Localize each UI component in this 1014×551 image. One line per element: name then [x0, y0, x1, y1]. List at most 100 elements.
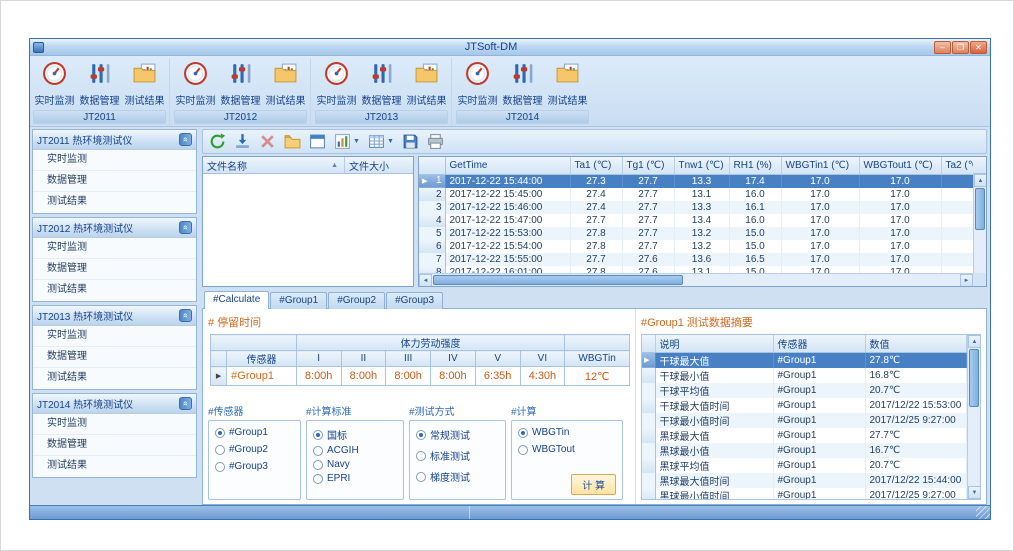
- collapse-chevron-icon[interactable]: «: [179, 221, 192, 234]
- summary-row[interactable]: 干球最小值时间#Group12017/12/25 9:27:00: [642, 413, 967, 428]
- nav-header-jt2011[interactable]: JT2011 热环境测试仪 «: [33, 130, 196, 150]
- compute-button[interactable]: 计 算: [571, 474, 616, 495]
- sidebar-item-jt2011-datamgmt[interactable]: 数据管理: [33, 171, 196, 192]
- delete-button[interactable]: [257, 132, 278, 151]
- scroll-right-icon[interactable]: ►: [960, 274, 973, 287]
- summary-vertical-scrollbar[interactable]: ▲ ▼: [967, 335, 980, 499]
- chart-view-button[interactable]: ▼: [332, 132, 362, 151]
- sidebar-item-jt2014-realtime[interactable]: 实时监测: [33, 414, 196, 435]
- scroll-left-icon[interactable]: ◄: [419, 274, 432, 287]
- vertical-scroll-thumb[interactable]: [969, 349, 979, 407]
- grid-row[interactable]: 5 2017-12-22 15:53:0027.827.713.215.017.…: [419, 227, 973, 240]
- column-header[interactable]: Ta1 (℃): [570, 157, 622, 174]
- radio-standard-navy[interactable]: Navy: [313, 459, 397, 470]
- jt2014-results-button[interactable]: 测试结果: [545, 58, 590, 109]
- radio-method-gradient[interactable]: 梯度测试: [416, 469, 499, 484]
- radio-wbgtin[interactable]: WBGTin: [518, 427, 616, 438]
- sidebar-item-jt2012-datamgmt[interactable]: 数据管理: [33, 259, 196, 280]
- print-button[interactable]: [425, 132, 446, 151]
- jt2013-realtime-button[interactable]: 实时监测: [314, 58, 359, 109]
- radio-sensor-group1[interactable]: #Group1: [215, 427, 294, 438]
- scroll-up-icon[interactable]: ▲: [968, 335, 981, 348]
- grid-row[interactable]: 7 2017-12-22 15:55:0027.727.613.616.517.…: [419, 253, 973, 266]
- open-folder-button[interactable]: [282, 132, 303, 151]
- jt2012-datamgmt-button[interactable]: 数据管理: [218, 58, 263, 109]
- export-button[interactable]: [307, 132, 328, 151]
- column-header[interactable]: Tg1 (℃): [622, 157, 674, 174]
- jt2012-results-button[interactable]: 测试结果: [263, 58, 308, 109]
- summary-row[interactable]: 干球最小值#Group116.8℃: [642, 368, 967, 383]
- column-header[interactable]: 传感器: [773, 335, 865, 352]
- scroll-up-icon[interactable]: ▲: [974, 174, 987, 187]
- column-header[interactable]: WBGTout1 (℃): [859, 157, 941, 174]
- sidebar-item-jt2014-results[interactable]: 测试结果: [33, 456, 196, 477]
- vertical-scroll-thumb[interactable]: [975, 188, 985, 230]
- sidebar-item-jt2013-results[interactable]: 测试结果: [33, 368, 196, 389]
- radio-standard-gb[interactable]: 国标: [313, 427, 397, 442]
- tab-group2[interactable]: #Group2: [328, 292, 385, 309]
- column-header[interactable]: Ta2 (℃: [941, 157, 973, 174]
- tab-group1[interactable]: #Group1: [270, 292, 327, 309]
- column-header[interactable]: 说明: [655, 335, 773, 352]
- jt2014-realtime-button[interactable]: 实时监测: [455, 58, 500, 109]
- table-view-button[interactable]: ▼: [366, 132, 396, 151]
- jt2011-realtime-button[interactable]: 实时监测: [32, 58, 77, 109]
- grid-row[interactable]: 3 2017-12-22 15:46:0027.427.713.316.117.…: [419, 201, 973, 214]
- sidebar-item-jt2011-realtime[interactable]: 实时监测: [33, 150, 196, 171]
- import-button[interactable]: [232, 132, 253, 151]
- sidebar-item-jt2013-datamgmt[interactable]: 数据管理: [33, 347, 196, 368]
- collapse-chevron-icon[interactable]: «: [179, 309, 192, 322]
- sidebar-item-jt2011-results[interactable]: 测试结果: [33, 192, 196, 213]
- nav-header-jt2013[interactable]: JT2013 热环境测试仪 «: [33, 306, 196, 326]
- sidebar-item-jt2014-datamgmt[interactable]: 数据管理: [33, 435, 196, 456]
- nav-header-jt2012[interactable]: JT2012 热环境测试仪 «: [33, 218, 196, 238]
- jt2014-datamgmt-button[interactable]: 数据管理: [500, 58, 545, 109]
- radio-sensor-group3[interactable]: #Group3: [215, 461, 294, 472]
- nav-header-jt2014[interactable]: JT2014 热环境测试仪 «: [33, 394, 196, 414]
- jt2013-results-button[interactable]: 测试结果: [404, 58, 449, 109]
- refresh-button[interactable]: [207, 132, 228, 151]
- radio-sensor-group2[interactable]: #Group2: [215, 444, 294, 455]
- sidebar-item-jt2013-realtime[interactable]: 实时监测: [33, 326, 196, 347]
- collapse-chevron-icon[interactable]: «: [179, 133, 192, 146]
- radio-method-normal[interactable]: 常规测试: [416, 427, 499, 442]
- column-header[interactable]: Tnw1 (℃): [674, 157, 729, 174]
- column-header[interactable]: RH1 (%): [729, 157, 781, 174]
- tab-calculate[interactable]: #Calculate: [204, 291, 269, 309]
- radio-wbgtout[interactable]: WBGTout: [518, 444, 616, 455]
- file-list-body[interactable]: [203, 174, 413, 286]
- summary-row[interactable]: 黑球最小值#Group116.7℃: [642, 443, 967, 458]
- restore-button[interactable]: ❐: [952, 41, 969, 54]
- radio-method-standard[interactable]: 标准测试: [416, 448, 499, 463]
- jt2011-datamgmt-button[interactable]: 数据管理: [77, 58, 122, 109]
- collapse-chevron-icon[interactable]: «: [179, 397, 192, 410]
- sidebar-item-jt2012-results[interactable]: 测试结果: [33, 280, 196, 301]
- radio-standard-acgih[interactable]: ACGIH: [313, 445, 397, 456]
- grid-vertical-scrollbar[interactable]: ▲: [973, 174, 986, 273]
- stay-data-row[interactable]: ▶ #Group1 8:00h 8:00h 8:00h 8:00h 6:35h …: [211, 367, 630, 386]
- column-header-filesize[interactable]: 文件大小: [345, 157, 413, 173]
- minimize-button[interactable]: –: [934, 41, 951, 54]
- resize-grip[interactable]: [976, 506, 990, 519]
- summary-row[interactable]: 黑球最小值时间#Group12017/12/25 9:27:00: [642, 488, 967, 500]
- sidebar-item-jt2012-realtime[interactable]: 实时监测: [33, 238, 196, 259]
- column-header-filename[interactable]: 文件名称 ▲: [203, 157, 345, 173]
- radio-standard-epri[interactable]: EPRI: [313, 473, 397, 484]
- column-header[interactable]: 数值: [865, 335, 967, 352]
- grid-row[interactable]: 2 2017-12-22 15:45:0027.427.713.116.017.…: [419, 188, 973, 201]
- summary-row[interactable]: 干球平均值#Group120.7℃: [642, 383, 967, 398]
- scroll-down-icon[interactable]: ▼: [968, 486, 981, 499]
- column-header[interactable]: GetTime: [445, 157, 570, 174]
- close-button[interactable]: ✕: [970, 41, 987, 54]
- summary-row[interactable]: 干球最大值时间#Group12017/12/22 15:53:00: [642, 398, 967, 413]
- summary-row[interactable]: 黑球平均值#Group120.7℃: [642, 458, 967, 473]
- jt2012-realtime-button[interactable]: 实时监测: [173, 58, 218, 109]
- summary-row[interactable]: 黑球最大值时间#Group12017/12/22 15:44:00: [642, 473, 967, 488]
- jt2011-results-button[interactable]: 测试结果: [122, 58, 167, 109]
- grid-row[interactable]: 4 2017-12-22 15:47:0027.727.713.416.017.…: [419, 214, 973, 227]
- save-button[interactable]: [400, 132, 421, 151]
- grid-horizontal-scrollbar[interactable]: ◄ ►: [419, 273, 973, 286]
- tab-group3[interactable]: #Group3: [386, 292, 443, 309]
- grid-row[interactable]: 8 2017-12-22 16:01:0027.827.613.115.017.…: [419, 266, 973, 274]
- summary-row[interactable]: 黑球最大值#Group127.7℃: [642, 428, 967, 443]
